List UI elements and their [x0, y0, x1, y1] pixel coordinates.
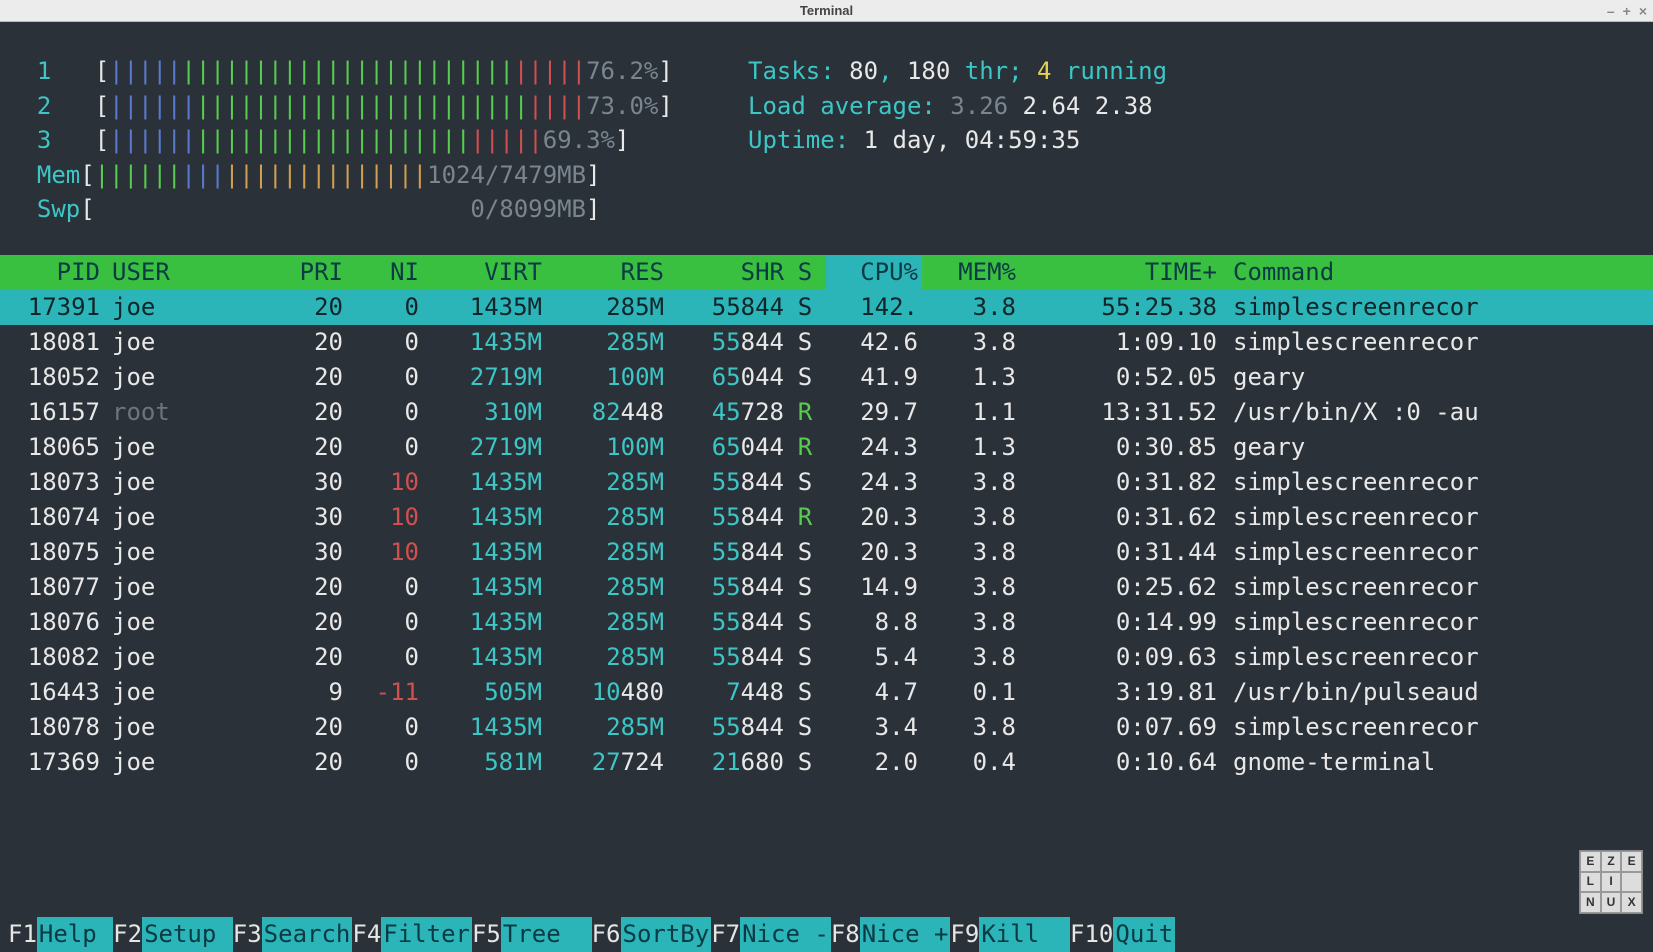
- col-VIRT[interactable]: VIRT: [419, 255, 542, 290]
- col-USER[interactable]: USER: [100, 255, 250, 290]
- col-S[interactable]: S: [784, 255, 826, 290]
- process-row[interactable]: 16443joe9-11505M104807448S4.70.13:19.81/…: [0, 675, 1653, 710]
- col-NI[interactable]: NI: [343, 255, 419, 290]
- col-Command[interactable]: Command: [1217, 255, 1645, 290]
- fkey-F7-label[interactable]: Nice -: [740, 917, 831, 952]
- mem-meter: Mem[|||||||||||||||||||||||1024/7479MB]: [8, 158, 748, 193]
- terminal[interactable]: 1 [|||||||||||||||||||||||||||||||||76.2…: [0, 22, 1653, 952]
- fkey-F6: F6: [592, 917, 621, 952]
- fkey-F8-label[interactable]: Nice +: [860, 917, 951, 952]
- window-title: Terminal: [800, 3, 853, 18]
- function-keys-bar[interactable]: F1Help F2Setup F3SearchF4FilterF5Tree F6…: [0, 917, 1653, 952]
- process-row[interactable]: 16157root200310M8244845728R29.71.113:31.…: [0, 395, 1653, 430]
- fkey-F1-label[interactable]: Help: [37, 917, 113, 952]
- minimize-icon[interactable]: –: [1607, 3, 1615, 19]
- maximize-icon[interactable]: +: [1623, 3, 1631, 19]
- process-row[interactable]: 18075joe30101435M285M55844S20.33.80:31.4…: [0, 535, 1653, 570]
- process-header-row[interactable]: PIDUSERPRI NI VIRT RES SHRSCPU%MEM% TIME…: [0, 255, 1653, 290]
- process-row[interactable]: 18081joe2001435M285M55844S42.63.81:09.10…: [0, 325, 1653, 360]
- process-row[interactable]: 18082joe2001435M285M55844S5.43.80:09.63s…: [0, 640, 1653, 675]
- fkey-F6-label[interactable]: SortBy: [621, 917, 712, 952]
- col-RES[interactable]: RES: [542, 255, 664, 290]
- process-list[interactable]: 17391joe2001435M285M55844S142.3.855:25.3…: [0, 290, 1653, 780]
- process-row[interactable]: 18052joe2002719M100M65044S41.91.30:52.05…: [0, 360, 1653, 395]
- fkey-F4: F4: [352, 917, 381, 952]
- close-icon[interactable]: ×: [1639, 3, 1647, 19]
- process-row[interactable]: 17369joe200581M2772421680S2.00.40:10.64g…: [0, 745, 1653, 780]
- col-PRI[interactable]: PRI: [250, 255, 343, 290]
- col-CPU%[interactable]: CPU%: [826, 255, 922, 290]
- fkey-F1: F1: [8, 917, 37, 952]
- col-TIME+[interactable]: TIME+: [1016, 255, 1217, 290]
- fkey-F8: F8: [831, 917, 860, 952]
- fkey-F4-label[interactable]: Filter: [381, 917, 472, 952]
- col-PID[interactable]: PID: [8, 255, 100, 290]
- cpu-meter-3: 3 [||||||||||||||||||||||||||||||69.3%]: [8, 123, 748, 158]
- fkey-F3: F3: [233, 917, 262, 952]
- fkey-F3-label[interactable]: Search: [262, 917, 353, 952]
- tasks-line: Tasks: 80, 180 thr; 4 running: [748, 54, 1167, 89]
- fkey-F2-label[interactable]: Setup: [142, 917, 233, 952]
- fkey-F10-label[interactable]: Quit: [1113, 917, 1175, 952]
- fkey-F7: F7: [711, 917, 740, 952]
- process-row[interactable]: 18076joe2001435M285M55844S8.83.80:14.99s…: [0, 605, 1653, 640]
- uptime-line: Uptime: 1 day, 04:59:35: [748, 123, 1167, 158]
- process-row[interactable]: 18077joe2001435M285M55844S14.93.80:25.62…: [0, 570, 1653, 605]
- watermark-logo: EZELI NUX: [1579, 850, 1643, 914]
- fkey-F5-label[interactable]: Tree: [501, 917, 592, 952]
- process-row[interactable]: 18074joe30101435M285M55844R20.33.80:31.6…: [0, 500, 1653, 535]
- load-line: Load average: 3.26 2.64 2.38: [748, 89, 1167, 124]
- fkey-F2: F2: [113, 917, 142, 952]
- cpu-meter-2: 2 [|||||||||||||||||||||||||||||||||73.0…: [8, 89, 748, 124]
- cpu-meter-1: 1 [|||||||||||||||||||||||||||||||||76.2…: [8, 54, 748, 89]
- process-row[interactable]: 18078joe2001435M285M55844S3.43.80:07.69s…: [0, 710, 1653, 745]
- process-row[interactable]: 17391joe2001435M285M55844S142.3.855:25.3…: [0, 290, 1653, 325]
- meters-block: 1 [|||||||||||||||||||||||||||||||||76.2…: [8, 54, 1645, 255]
- col-SHR[interactable]: SHR: [664, 255, 784, 290]
- fkey-F5: F5: [472, 917, 501, 952]
- fkey-F9: F9: [950, 917, 979, 952]
- col-MEM%[interactable]: MEM%: [922, 255, 1016, 290]
- window-titlebar[interactable]: Terminal – + ×: [0, 0, 1653, 22]
- swp-meter: Swp[ 0/8099MB]: [8, 192, 748, 227]
- process-row[interactable]: 18073joe30101435M285M55844S24.33.80:31.8…: [0, 465, 1653, 500]
- fkey-F10: F10: [1070, 917, 1113, 952]
- process-row[interactable]: 18065joe2002719M100M65044R24.31.30:30.85…: [0, 430, 1653, 465]
- fkey-F9-label[interactable]: Kill: [979, 917, 1070, 952]
- window-controls: – + ×: [1607, 3, 1647, 19]
